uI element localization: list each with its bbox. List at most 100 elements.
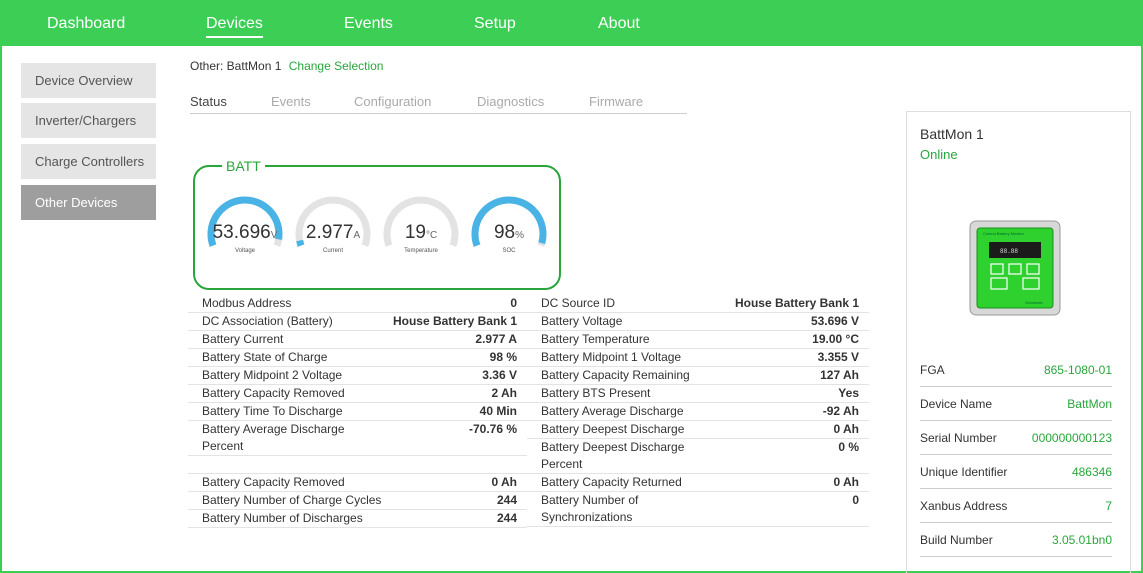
- status-key: Battery BTS Present: [527, 384, 697, 403]
- tab-configuration[interactable]: Configuration: [354, 94, 431, 109]
- sidebar-item-charge-controllers[interactable]: Charge Controllers: [21, 144, 156, 179]
- status-key: Battery Time To Discharge: [188, 402, 388, 421]
- gauge-temperature-value: 19: [404, 222, 426, 243]
- device-info-key: FGA: [920, 363, 945, 377]
- status-value: 2 Ah: [388, 384, 527, 403]
- status-value: 244: [388, 491, 527, 510]
- device-info-key: Xanbus Address: [920, 499, 1008, 513]
- status-row: Battery Average Discharge Percent -70.76 …: [188, 420, 527, 456]
- device-info-panel: BattMon 1 Online Conext Battery Monitor …: [906, 111, 1131, 573]
- device-info-key: Unique Identifier: [920, 465, 1008, 479]
- status-key: Battery Voltage: [527, 312, 697, 331]
- device-info-row: Xanbus Address 7: [920, 489, 1112, 523]
- tab-events[interactable]: Events: [271, 94, 311, 109]
- status-row: Battery Voltage 53.696 V: [527, 312, 869, 331]
- status-row: Battery Capacity Returned 0 Ah: [527, 473, 869, 492]
- status-value: 3.355 V: [697, 348, 869, 367]
- status-row: Battery Capacity Removed 2 Ah: [188, 384, 527, 403]
- device-info-row: Unique Identifier 486346: [920, 455, 1112, 489]
- device-image-brand: Schneider: [1025, 300, 1044, 305]
- status-row: Battery Number of Charge Cycles 244: [188, 491, 527, 510]
- status-value: 0: [697, 491, 869, 527]
- status-value: -70.76 %: [388, 420, 527, 456]
- status-row: Modbus Address 0: [188, 295, 527, 313]
- status-row: Battery BTS Present Yes: [527, 384, 869, 403]
- status-value: House Battery Bank 1: [697, 295, 869, 313]
- status-value: 244: [388, 509, 527, 528]
- status-row: Battery Midpoint 1 Voltage 3.355 V: [527, 348, 869, 367]
- status-row: Battery Current 2.977 A: [188, 330, 527, 349]
- device-status: Online: [920, 147, 958, 162]
- status-key: Battery Number of Charge Cycles: [188, 491, 388, 510]
- device-image-screen: 88.88: [1000, 248, 1018, 255]
- status-value: 0 Ah: [388, 473, 527, 492]
- gauge-voltage-value: 53.696: [212, 222, 271, 243]
- status-table-right: DC Source ID House Battery Bank 1 Battery …: [527, 295, 869, 527]
- device-info-row: Serial Number 000000000123: [920, 421, 1112, 455]
- status-row: Battery Average Discharge -92 Ah: [527, 402, 869, 421]
- device-name-heading: BattMon 1: [920, 126, 984, 142]
- sidebar-item-other-devices[interactable]: Other Devices: [21, 185, 156, 220]
- gauge-current: 2.977A Current: [293, 194, 373, 258]
- status-value: 0: [388, 295, 527, 313]
- status-key: Battery Capacity Removed: [188, 384, 388, 403]
- status-row: Battery Capacity Removed 0 Ah: [188, 473, 527, 492]
- status-row: Battery Number of Discharges 244: [188, 509, 527, 528]
- status-key: Battery Current: [188, 330, 388, 349]
- device-info-value: 000000000123: [1031, 431, 1112, 445]
- gauge-temperature: 19°C Temperature: [381, 194, 461, 258]
- status-row: Battery Temperature 19.00 °C: [527, 330, 869, 349]
- nav-events[interactable]: Events: [344, 15, 393, 33]
- batt-title: BATT: [222, 158, 265, 174]
- device-info-key: Serial Number: [920, 431, 997, 445]
- gauge-current-label: Current: [322, 248, 343, 254]
- status-row: DC Source ID House Battery Bank 1: [527, 295, 869, 313]
- tab-status[interactable]: Status: [190, 94, 227, 109]
- nav-dashboard[interactable]: Dashboard: [47, 15, 125, 33]
- gauge-voltage-unit: V: [270, 230, 278, 241]
- status-key: DC Source ID: [527, 295, 697, 313]
- status-row: Battery Capacity Remaining 127 Ah: [527, 366, 869, 385]
- nav-devices[interactable]: Devices: [206, 15, 263, 38]
- status-key: Battery State of Charge: [188, 348, 388, 367]
- status-value: [388, 455, 527, 474]
- status-key: DC Association (Battery): [188, 312, 388, 331]
- gauge-current-unit: A: [353, 230, 361, 241]
- tab-diagnostics[interactable]: Diagnostics: [477, 94, 544, 109]
- device-info-key: Device Name: [920, 397, 993, 411]
- status-key: Battery Average Discharge Percent: [188, 420, 388, 456]
- status-value: Yes: [697, 384, 869, 403]
- status-value: House Battery Bank 1: [388, 312, 527, 331]
- status-value: 19.00 °C: [697, 330, 869, 349]
- breadcrumb-device: Other: BattMon 1: [190, 59, 282, 73]
- device-info-row: Build Number 3.05.01bn0: [920, 523, 1112, 557]
- device-image-title: Conext Battery Monitor: [983, 231, 1025, 236]
- sidebar-item-device-overview[interactable]: Device Overview: [21, 63, 156, 98]
- status-row: [188, 455, 527, 474]
- status-value: 2.977 A: [388, 330, 527, 349]
- status-value: 127 Ah: [697, 366, 869, 385]
- tab-firmware[interactable]: Firmware: [589, 94, 643, 109]
- status-key: Battery Midpoint 2 Voltage: [188, 366, 388, 385]
- change-selection-link[interactable]: Change Selection: [289, 59, 384, 73]
- device-info-row: FGA 865-1080-01: [920, 353, 1112, 387]
- status-key: Battery Average Discharge: [527, 402, 697, 421]
- device-info-value: 865-1080-01: [1043, 363, 1112, 377]
- device-info-value: 486346: [1071, 465, 1112, 479]
- tab-bar: Status Events Configuration Diagnostics …: [190, 94, 687, 114]
- status-key: Battery Number of Synchronizations: [527, 491, 697, 527]
- status-row: Battery Number of Synchronizations 0: [527, 491, 869, 527]
- device-info-value: 3.05.01bn0: [1051, 533, 1112, 547]
- nav-about[interactable]: About: [598, 15, 640, 33]
- sidebar-item-inverter-chargers[interactable]: Inverter/Chargers: [21, 103, 156, 138]
- gauge-soc-label: SOC: [502, 248, 516, 254]
- status-value: 40 Min: [388, 402, 527, 421]
- status-value: 0 Ah: [697, 473, 869, 492]
- status-key: Battery Temperature: [527, 330, 697, 349]
- nav-setup[interactable]: Setup: [474, 15, 516, 33]
- status-key: Battery Deepest Discharge: [527, 420, 697, 439]
- status-key: Modbus Address: [188, 295, 388, 313]
- status-row: Battery Time To Discharge 40 Min: [188, 402, 527, 421]
- gauge-voltage: 53.696V Voltage: [205, 194, 285, 258]
- breadcrumb: Other: BattMon 1 Change Selection: [190, 59, 383, 73]
